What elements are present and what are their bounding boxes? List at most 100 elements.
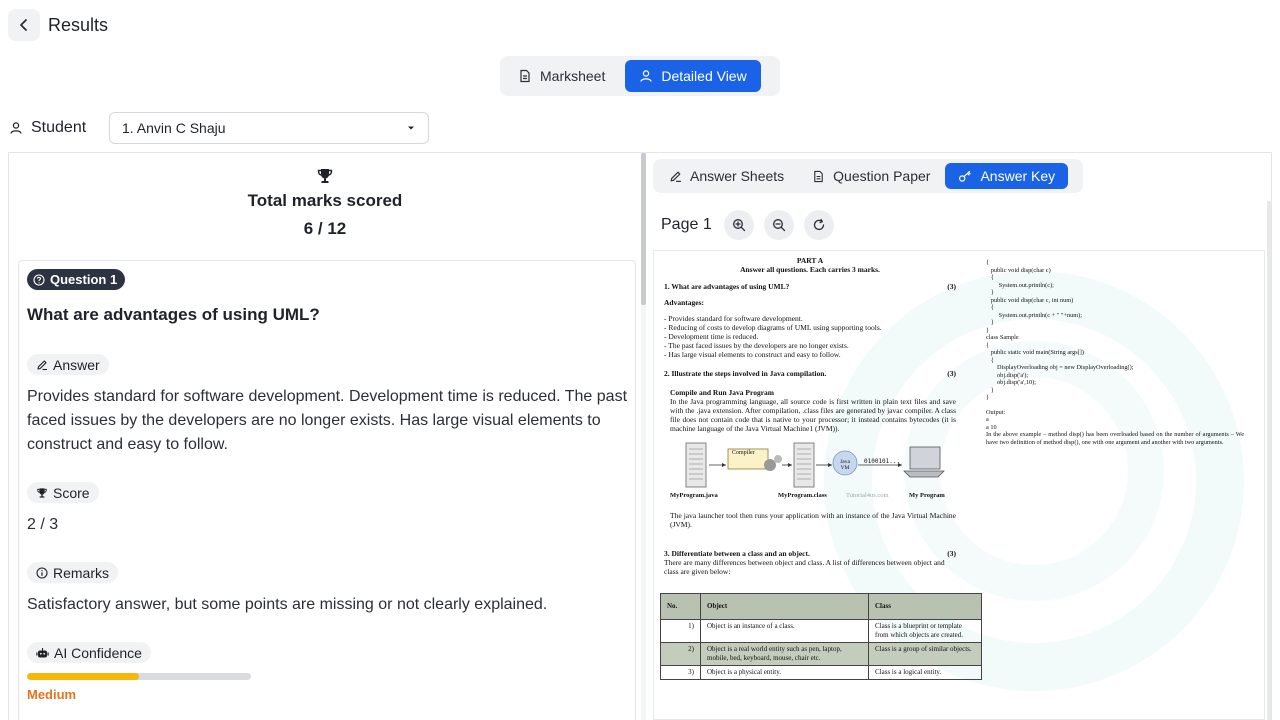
- user-icon: [640, 70, 652, 82]
- pencil-icon: [37, 359, 47, 370]
- object-class-table: No. Object Class 1) Object is an instanc…: [660, 593, 982, 680]
- ai-confidence-chip-label: AI Confidence: [54, 644, 142, 661]
- document-column-left: PART A Answer all questions. Each carrie…: [664, 256, 956, 576]
- ai-confidence-level: Medium: [27, 687, 77, 702]
- chevron-left-icon: [20, 19, 27, 31]
- student-select-value: 1. Anvin C Shaju: [122, 120, 226, 136]
- zoom-in-icon: [732, 219, 745, 232]
- remarks-text: Satisfactory answer, but some points are…: [27, 596, 548, 613]
- doc-instructions: Answer all questions. Each carries 3 mar…: [740, 265, 880, 274]
- student-label-text: Student: [31, 119, 87, 136]
- doc-explanation: In the above example – method disp() has…: [986, 431, 1244, 446]
- doc-advantage-item: - Has large visual elements to construct…: [664, 350, 841, 359]
- student-select[interactable]: 1. Anvin C Shaju: [109, 112, 429, 144]
- remarks-chip: Remarks: [27, 562, 119, 583]
- code-listing: { public void disp(char c) { System.out.…: [986, 259, 1244, 402]
- user-icon: [10, 122, 22, 134]
- trophy-icon: [317, 169, 333, 183]
- answer-text: Provides standard for software developme…: [27, 388, 628, 453]
- table-cell: 3): [660, 665, 701, 680]
- code-line: }: [986, 289, 994, 296]
- document-icon: [520, 69, 530, 83]
- compilation-diagram: Compiler Java VM 0100101... MyProgram.ja…: [664, 441, 956, 505]
- tab-marksheet[interactable]: Marksheet: [504, 60, 619, 92]
- doc-question-3: 3. Differentiate between a class and an …: [664, 549, 956, 558]
- doc-advantages-heading: Advantages:: [664, 298, 705, 307]
- question-card: Question 1 What are advantages of using …: [18, 260, 636, 720]
- doc-launcher-text: The java launcher tool then runs your ap…: [670, 511, 956, 529]
- tab-detailed-view[interactable]: Detailed View: [625, 60, 761, 92]
- doc-compile-text: In the Java programming language, all so…: [670, 397, 956, 433]
- tab-answer-sheets[interactable]: Answer Sheets: [656, 163, 797, 189]
- student-row: Student 1. Anvin C Shaju: [9, 112, 429, 144]
- doc-question-2-marks: (3): [947, 369, 956, 378]
- doc-advantage-item: - The past faced issues by the developer…: [664, 341, 849, 350]
- code-line: System.out.println(c);: [986, 281, 1054, 289]
- code-line: DisplayOverloading obj = new DisplayOver…: [986, 364, 1134, 371]
- remarks-chip-label: Remarks: [53, 564, 110, 581]
- table-cell: Class is a group of similar objects.: [868, 642, 982, 666]
- document-scrollbar[interactable]: [1267, 201, 1271, 720]
- document-tabs: Answer Sheets Question Paper Answer Key: [653, 159, 1083, 193]
- document-panel: Answer Sheets Question Paper Answer Key …: [647, 153, 1272, 720]
- help-circle-icon: [33, 273, 45, 286]
- code-line: {: [986, 259, 990, 266]
- zoom-in-button[interactable]: [723, 210, 754, 240]
- info-icon: [36, 566, 48, 579]
- diagram-jvm-label: Java VM: [840, 459, 850, 471]
- doc-question-1: 1. What are advantages of using UML? (3): [664, 282, 956, 291]
- tab-question-paper[interactable]: Question Paper: [799, 163, 943, 189]
- code-line: public void disp(char c, int num): [986, 296, 1074, 304]
- ai-confidence-chip: AI Confidence: [27, 642, 151, 663]
- refresh-icon: [813, 218, 824, 231]
- diagram-program-label: My Program: [909, 492, 945, 499]
- tab-answer-key[interactable]: Answer Key: [945, 163, 1069, 189]
- viewer-toolbar: Page 1: [661, 210, 834, 240]
- diagram-binary-label: 0100101...: [864, 458, 901, 465]
- trophy-icon: [37, 487, 47, 498]
- table-row: 2) Object is a real world entity such as…: [660, 642, 982, 666]
- evaluation-panel: Total marks scored 6 / 12 Question 1 Wha…: [9, 153, 641, 720]
- doc-question-3-intro: There are many differences between objec…: [664, 558, 945, 576]
- doc-question-1-text: 1. What are advantages of using UML?: [664, 282, 790, 291]
- diagram-site-label: Tutorial4us.com: [846, 492, 889, 499]
- score-value: 2 / 3: [27, 516, 59, 533]
- document-icon: [814, 170, 823, 182]
- table-header: No.: [660, 593, 701, 620]
- back-button[interactable]: [8, 9, 40, 41]
- score-chip-label: Score: [53, 484, 90, 501]
- caret-down-icon: [408, 126, 414, 130]
- doc-question-3-text: 3. Differentiate between a class and an …: [664, 549, 810, 558]
- answer-chip-label: Answer: [53, 356, 100, 373]
- page-title: Results: [48, 14, 109, 35]
- left-scrollbar[interactable]: [641, 153, 646, 305]
- table-header: Object: [700, 593, 869, 620]
- answer-chip: Answer: [27, 354, 109, 375]
- table-cell: 2): [660, 642, 701, 666]
- doc-question-2: 2. Illustrate the steps involved in Java…: [664, 369, 956, 378]
- key-icon: [959, 170, 972, 182]
- doc-output-heading: Output:: [986, 408, 1006, 416]
- zoom-out-button[interactable]: [763, 210, 794, 240]
- question-badge-label: Question 1: [50, 272, 118, 287]
- table-header: Class: [868, 593, 982, 620]
- table-cell: 1): [660, 619, 701, 643]
- code-line: {: [986, 356, 994, 364]
- code-line: class Sample: [986, 334, 1019, 341]
- doc-output-line: a 10: [986, 423, 997, 431]
- top-bar: Results: [8, 8, 108, 42]
- document-column-right: { public void disp(char c) { System.out.…: [986, 259, 1244, 446]
- code-line: }: [986, 326, 990, 334]
- table-row: 1) Object is an instance of a class. Cla…: [660, 619, 982, 643]
- code-line: }: [986, 394, 990, 401]
- code-line: obj.disp('a',10);: [986, 379, 1037, 386]
- total-marks-label: Total marks scored: [247, 191, 403, 210]
- doc-advantage-item: - Provides standard for software develop…: [664, 314, 803, 323]
- reset-zoom-button[interactable]: [803, 210, 834, 240]
- code-line: System.out.println(c + " "+num);: [986, 311, 1083, 319]
- answer-key-document[interactable]: PART A Answer all questions. Each carrie…: [653, 250, 1265, 720]
- diagram-class-file-label: MyProgram.class: [778, 492, 827, 499]
- doc-advantage-item: - Reducing of costs to develop diagrams …: [664, 323, 882, 332]
- tab-answer-key-label: Answer Key: [980, 168, 1056, 184]
- view-switch: Marksheet Detailed View: [500, 56, 780, 96]
